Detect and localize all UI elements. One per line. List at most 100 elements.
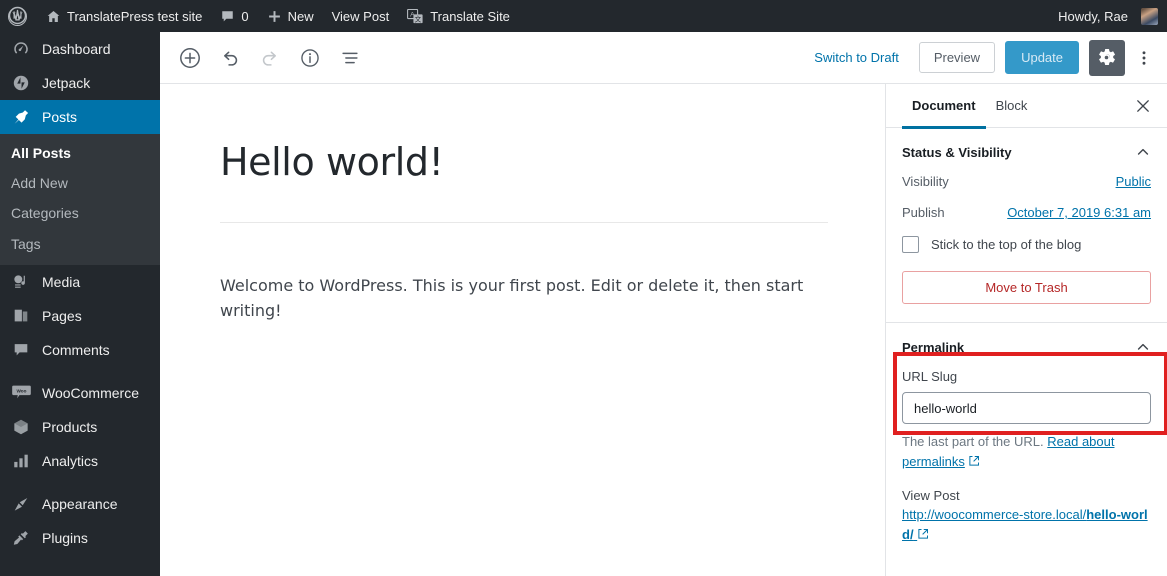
chevron-up-icon (1135, 144, 1151, 160)
products-box-icon (11, 417, 31, 437)
undo-arrow-icon (219, 47, 241, 69)
permalink-help-prefix: The last part of the URL. (902, 434, 1044, 449)
external-link-icon (968, 457, 980, 469)
howdy-label: Howdy, Rae (1058, 9, 1128, 24)
sidebar-item-jetpack[interactable]: Jetpack (0, 66, 160, 100)
gear-icon (1097, 48, 1117, 67)
translate-site-menu[interactable]: A文 Translate Site (398, 0, 519, 32)
admin-sidebar-menu: Dashboard Jetpack Posts All Posts Add Ne… (0, 32, 160, 576)
sidebar-item-label: Analytics (42, 453, 98, 469)
svg-text:W: W (12, 11, 23, 22)
sidebar-item-appearance[interactable]: Appearance (0, 487, 160, 521)
my-account-menu[interactable]: Howdy, Rae (1049, 0, 1167, 32)
permalink-panel: Permalink URL Slug The last part of the … (886, 323, 1167, 564)
view-post-label: View Post (902, 488, 1151, 503)
sidebar-item-tags[interactable]: Tags (0, 229, 160, 259)
chevron-up-icon (1135, 339, 1151, 355)
wp-logo-menu[interactable]: W (0, 0, 37, 32)
plus-circle-icon (178, 46, 202, 70)
view-post-url-prefix: http://woocommerce-store.local/ (902, 507, 1086, 522)
permalink-panel-header[interactable]: Permalink (886, 323, 1167, 369)
sidebar-item-label: Dashboard (42, 41, 111, 57)
undo-button[interactable] (212, 40, 248, 76)
woocommerce-icon: Woo (11, 383, 31, 403)
sidebar-item-plugins[interactable]: Plugins (0, 521, 160, 555)
block-navigation-button[interactable] (332, 40, 368, 76)
sidebar-item-woocommerce[interactable]: Woo WooCommerce (0, 376, 160, 410)
view-post-link-adminbar[interactable]: View Post (323, 0, 399, 32)
update-button[interactable]: Update (1005, 41, 1079, 74)
sticky-post-row[interactable]: Stick to the top of the blog (902, 236, 1151, 253)
site-name-menu[interactable]: TranslatePress test site (37, 0, 211, 32)
sidebar-item-label: Pages (42, 308, 82, 324)
tab-block[interactable]: Block (986, 84, 1038, 128)
menu-separator (0, 367, 160, 376)
permalink-panel-title: Permalink (902, 340, 964, 355)
sidebar-item-dashboard[interactable]: Dashboard (0, 32, 160, 66)
sticky-checkbox[interactable] (902, 236, 919, 253)
add-block-button[interactable] (172, 40, 208, 76)
paragraph-block[interactable]: Welcome to WordPress. This is your first… (220, 273, 825, 324)
sidebar-item-categories[interactable]: Categories (0, 198, 160, 228)
sidebar-item-label: Appearance (42, 496, 118, 512)
sidebar-item-label: WooCommerce (42, 385, 139, 401)
url-slug-input[interactable] (902, 392, 1151, 424)
more-tools-button[interactable] (1129, 40, 1159, 76)
info-circle-icon (299, 47, 321, 69)
publish-row: Publish October 7, 2019 6:31 am (902, 205, 1151, 220)
status-panel-title: Status & Visibility (902, 145, 1012, 160)
new-content-menu[interactable]: New (258, 0, 323, 32)
admin-bar: W TranslatePress test site 0 New View Po… (0, 0, 1167, 32)
wordpress-logo-icon: W (8, 7, 27, 26)
post-title-input[interactable]: Hello world! (220, 140, 825, 186)
editor-header: Switch to Draft Preview Update (160, 32, 1167, 84)
content-info-button[interactable] (292, 40, 328, 76)
pin-icon (11, 107, 31, 127)
sidebar-item-comments[interactable]: Comments (0, 333, 160, 367)
publish-date-button[interactable]: October 7, 2019 6:31 am (1007, 205, 1151, 220)
media-icon (11, 272, 31, 292)
title-divider (220, 222, 828, 223)
kebab-vertical-icon (1135, 49, 1153, 67)
sidebar-item-analytics[interactable]: Analytics (0, 444, 160, 478)
close-sidebar-button[interactable] (1127, 90, 1159, 122)
external-link-icon (917, 530, 929, 542)
analytics-bars-icon (11, 451, 31, 471)
status-visibility-panel: Status & Visibility Visibility Public Pu… (886, 128, 1167, 322)
pages-icon (11, 306, 31, 326)
visibility-value-button[interactable]: Public (1116, 174, 1151, 189)
menu-separator (0, 478, 160, 487)
tab-document[interactable]: Document (902, 84, 986, 128)
translate-site-icon: A文 (407, 9, 424, 24)
status-panel-header[interactable]: Status & Visibility (886, 128, 1167, 174)
sidebar-item-products[interactable]: Products (0, 410, 160, 444)
block-list-icon (339, 47, 361, 69)
status-panel-body: Visibility Public Publish October 7, 201… (886, 174, 1167, 322)
redo-arrow-icon (259, 47, 281, 69)
sticky-label: Stick to the top of the blog (931, 237, 1081, 252)
sidebar-item-label: Jetpack (42, 75, 90, 91)
comment-bubble-icon (220, 9, 235, 24)
sidebar-item-media[interactable]: Media (0, 265, 160, 299)
sidebar-item-add-new[interactable]: Add New (0, 168, 160, 198)
site-name-label: TranslatePress test site (67, 9, 202, 24)
sidebar-item-pages[interactable]: Pages (0, 299, 160, 333)
settings-toggle-button[interactable] (1089, 40, 1125, 76)
url-slug-label: URL Slug (902, 369, 1151, 384)
sidebar-item-all-posts[interactable]: All Posts (0, 138, 160, 168)
preview-button[interactable]: Preview (919, 42, 995, 73)
comments-bubble[interactable]: 0 (211, 0, 257, 32)
permalink-help-text: The last part of the URL. Read about per… (902, 432, 1151, 472)
switch-to-draft-button[interactable]: Switch to Draft (804, 44, 909, 71)
sidebar-item-label: Comments (42, 342, 110, 358)
sidebar-item-posts[interactable]: Posts (0, 100, 160, 134)
sidebar-item-label: Plugins (42, 530, 88, 546)
jetpack-icon (11, 73, 31, 93)
post-content-area: Hello world! Welcome to WordPress. This … (160, 84, 885, 576)
redo-button[interactable] (252, 40, 288, 76)
svg-text:文: 文 (415, 14, 422, 23)
sidebar-item-label: Products (42, 419, 97, 435)
view-post-url-link[interactable]: http://woocommerce-store.local/hello-wor… (902, 505, 1151, 545)
settings-tab-bar: Document Block (886, 84, 1167, 128)
move-to-trash-button[interactable]: Move to Trash (902, 271, 1151, 304)
